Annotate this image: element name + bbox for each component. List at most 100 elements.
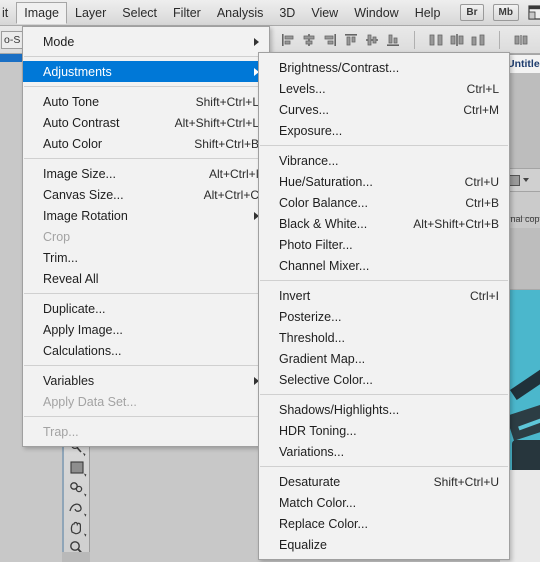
menubar-item-3d[interactable]: 3D bbox=[271, 2, 303, 24]
pen-tool-icon[interactable] bbox=[66, 499, 88, 517]
adjustments-menu-item-levels[interactable]: Levels... Ctrl+L bbox=[259, 78, 509, 99]
menu-item-label: Variables bbox=[43, 373, 95, 388]
adjustments-menu-item-gradient-map[interactable]: Gradient Map... bbox=[259, 348, 509, 369]
document-tab-label: Untitled bbox=[507, 58, 540, 70]
image-menu-item-apply-image[interactable]: Apply Image... bbox=[23, 319, 269, 340]
image-menu-item-auto-color[interactable]: Auto Color Shift+Ctrl+B bbox=[23, 133, 269, 154]
adjustments-menu-item-color-balance[interactable]: Color Balance... Ctrl+B bbox=[259, 192, 509, 213]
align-left-edges-icon[interactable] bbox=[280, 32, 296, 48]
menu-separator bbox=[260, 394, 508, 395]
menu-item-shortcut: Shift+Ctrl+U bbox=[433, 474, 499, 489]
adjustments-menu-item-hue-saturation[interactable]: Hue/Saturation... Ctrl+U bbox=[259, 171, 509, 192]
menubar-item-window[interactable]: Window bbox=[346, 2, 406, 24]
menu-item-label: Levels... bbox=[279, 81, 326, 96]
menu-item-label: Invert bbox=[279, 288, 311, 303]
menu-separator bbox=[24, 56, 268, 57]
distribute-bottom-edges-icon[interactable] bbox=[470, 32, 486, 48]
menu-item-label: Auto Color bbox=[43, 136, 103, 151]
image-menu-item-auto-contrast[interactable]: Auto Contrast Alt+Shift+Ctrl+L bbox=[23, 112, 269, 133]
distribute-top-edges-icon[interactable] bbox=[428, 32, 444, 48]
menubar-item-image[interactable]: Image bbox=[16, 1, 67, 24]
adjustments-menu-item-vibrance[interactable]: Vibrance... bbox=[259, 150, 509, 171]
menu-item-label: Auto Tone bbox=[43, 94, 100, 109]
blur-tool-icon[interactable] bbox=[66, 479, 88, 497]
menubar-item-filter[interactable]: Filter bbox=[165, 2, 209, 24]
image-menu-item-auto-tone[interactable]: Auto Tone Shift+Ctrl+L bbox=[23, 91, 269, 112]
menu-item-label: Adjustments bbox=[43, 64, 112, 79]
menubar-item-layer[interactable]: Layer bbox=[67, 2, 114, 24]
menu-item-label: Crop bbox=[43, 229, 71, 244]
adjustments-menu-item-selective-color[interactable]: Selective Color... bbox=[259, 369, 509, 390]
menu-item-label: Desaturate bbox=[279, 474, 341, 489]
menu-item-label: Posterize... bbox=[279, 309, 342, 324]
canvas-artwork[interactable] bbox=[510, 290, 540, 470]
align-buttons-group[interactable] bbox=[280, 30, 540, 49]
menu-item-label: Threshold... bbox=[279, 330, 346, 345]
auto-select-fragment[interactable]: o-S bbox=[1, 30, 24, 49]
adjustments-menu-item-variations[interactable]: Variations... bbox=[259, 441, 509, 462]
adjustments-menu-item-photo-filter[interactable]: Photo Filter... bbox=[259, 234, 509, 255]
adjustments-menu-item-curves[interactable]: Curves... Ctrl+M bbox=[259, 99, 509, 120]
image-menu-item-canvas-size[interactable]: Canvas Size... Alt+Ctrl+C bbox=[23, 184, 269, 205]
menu-separator bbox=[24, 293, 268, 294]
image-menu-item-image-rotation[interactable]: Image Rotation bbox=[23, 205, 269, 226]
image-menu-dropdown[interactable]: Mode Adjustments Auto Tone Shift+Ctrl+L Auto… bbox=[22, 26, 270, 447]
adjustments-submenu-dropdown[interactable]: Brightness/Contrast... Levels... Ctrl+L Cur… bbox=[258, 52, 510, 560]
menu-item-shortcut: Ctrl+B bbox=[465, 195, 499, 210]
image-menu-item-mode[interactable]: Mode bbox=[23, 31, 269, 52]
image-menu-item-duplicate[interactable]: Duplicate... bbox=[23, 298, 269, 319]
adjustments-menu-item-channel-mixer[interactable]: Channel Mixer... bbox=[259, 255, 509, 276]
menu-item-label: Calculations... bbox=[43, 343, 122, 358]
menu-item-label: Replace Color... bbox=[279, 516, 368, 531]
adjustments-menu-item-equalize[interactable]: Equalize bbox=[259, 534, 509, 555]
bridge-button[interactable]: Br bbox=[460, 4, 484, 21]
image-menu-item-variables[interactable]: Variables bbox=[23, 370, 269, 391]
chevron-down-icon[interactable] bbox=[523, 178, 529, 182]
align-bottom-edges-icon[interactable] bbox=[385, 32, 401, 48]
toolbox[interactable] bbox=[62, 436, 90, 562]
menu-item-shortcut: Shift+Ctrl+B bbox=[194, 136, 259, 151]
menu-item-label: Image Size... bbox=[43, 166, 116, 181]
menu-item-label: Channel Mixer... bbox=[279, 258, 370, 273]
adjustments-menu-item-hdr-toning[interactable]: HDR Toning... bbox=[259, 420, 509, 441]
adjustments-menu-item-desaturate[interactable]: Desaturate Shift+Ctrl+U bbox=[259, 471, 509, 492]
screen-mode-icon[interactable] bbox=[528, 5, 540, 20]
menubar-item-analysis[interactable]: Analysis bbox=[209, 2, 272, 24]
image-menu-item-crop: Crop bbox=[23, 226, 269, 247]
hand-tool-icon[interactable] bbox=[66, 519, 88, 537]
align-horizontal-centers-icon[interactable] bbox=[301, 32, 317, 48]
menu-separator bbox=[24, 365, 268, 366]
align-vertical-centers-icon[interactable] bbox=[364, 32, 380, 48]
menubar-item-view[interactable]: View bbox=[303, 2, 346, 24]
adjustments-menu-item-black-white[interactable]: Black & White... Alt+Shift+Ctrl+B bbox=[259, 213, 509, 234]
menu-item-shortcut: Ctrl+M bbox=[463, 102, 499, 117]
image-menu-item-calculations[interactable]: Calculations... bbox=[23, 340, 269, 361]
image-menu-item-image-size[interactable]: Image Size... Alt+Ctrl+I bbox=[23, 163, 269, 184]
adjustments-menu-item-replace-color[interactable]: Replace Color... bbox=[259, 513, 509, 534]
adjustments-menu-item-match-color[interactable]: Match Color... bbox=[259, 492, 509, 513]
adjustments-menu-item-posterize[interactable]: Posterize... bbox=[259, 306, 509, 327]
options-separator bbox=[414, 30, 415, 49]
align-top-edges-icon[interactable] bbox=[343, 32, 359, 48]
distribute-horizontal-centers-icon[interactable] bbox=[513, 32, 529, 48]
align-right-edges-icon[interactable] bbox=[322, 32, 338, 48]
menu-item-label: Image Rotation bbox=[43, 208, 128, 223]
image-menu-item-reveal-all[interactable]: Reveal All bbox=[23, 268, 269, 289]
adjustments-menu-item-threshold[interactable]: Threshold... bbox=[259, 327, 509, 348]
adjustments-menu-item-shadows-highlights[interactable]: Shadows/Highlights... bbox=[259, 399, 509, 420]
menubar-item-edit[interactable]: it bbox=[0, 2, 16, 24]
image-menu-item-adjustments[interactable]: Adjustments bbox=[23, 61, 269, 82]
distribute-vertical-centers-icon[interactable] bbox=[449, 32, 465, 48]
menubar-item-select[interactable]: Select bbox=[114, 2, 165, 24]
menu-item-label: Shadows/Highlights... bbox=[279, 402, 400, 417]
mini-bridge-button[interactable]: Mb bbox=[492, 4, 519, 21]
menu-item-label: Mode bbox=[43, 34, 75, 49]
menu-item-label: Equalize bbox=[279, 537, 327, 552]
image-menu-item-trim[interactable]: Trim... bbox=[23, 247, 269, 268]
adjustments-menu-item-brightness-contrast[interactable]: Brightness/Contrast... bbox=[259, 57, 509, 78]
adjustments-menu-item-invert[interactable]: Invert Ctrl+I bbox=[259, 285, 509, 306]
gradient-tool-icon[interactable] bbox=[66, 459, 88, 477]
adjustments-menu-item-exposure[interactable]: Exposure... bbox=[259, 120, 509, 141]
menubar-item-help[interactable]: Help bbox=[407, 2, 449, 24]
menu-separator bbox=[260, 145, 508, 146]
